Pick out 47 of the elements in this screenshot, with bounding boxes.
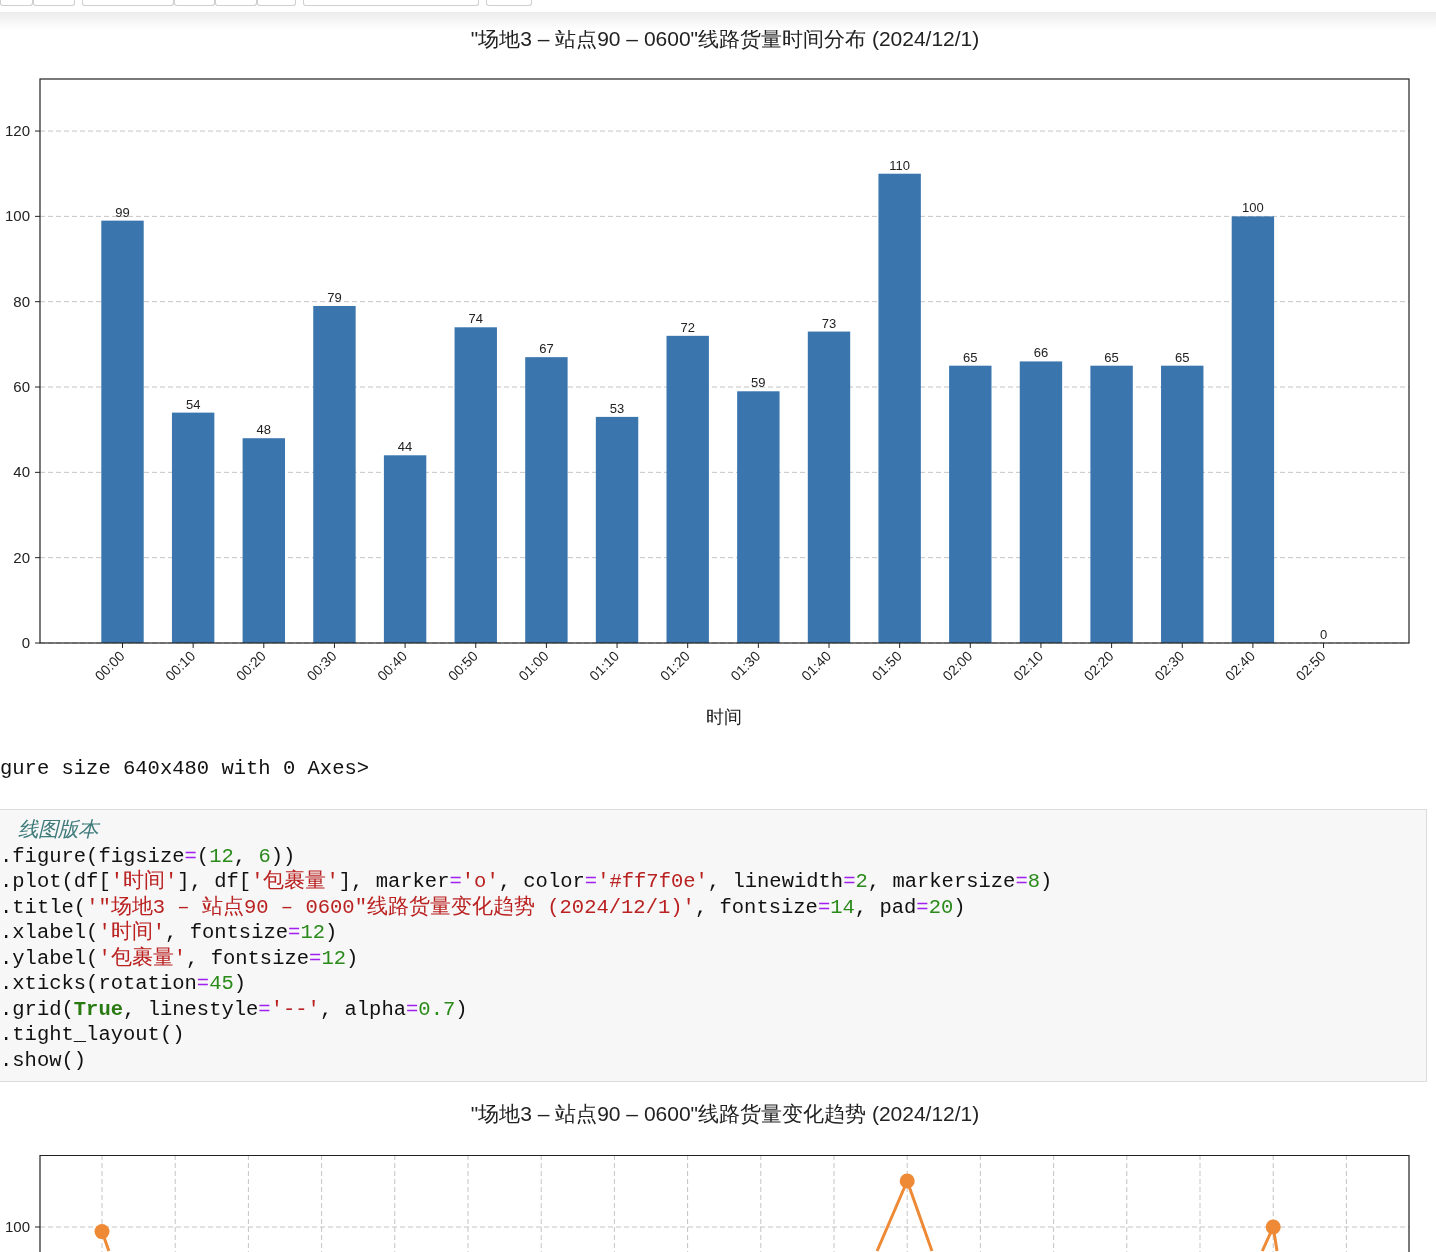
code-line: .title('"场地3 – 站点90 – 0600"线路货量变化趋势 (2024/12/1)', fontsize=14, pad=20) — [0, 894, 966, 920]
code-line: .xlabel('时间', fontsize=12) — [0, 920, 338, 946]
bar-value-label: 100 — [1242, 200, 1264, 216]
bar-value-label: 79 — [327, 289, 342, 305]
toolbar-button[interactable] — [82, 0, 174, 6]
axis-label: 时间 — [706, 707, 742, 727]
bar-value-label: 66 — [1033, 345, 1049, 361]
axis-tick-label: 20 — [13, 548, 30, 566]
axis-tick-label: 0 — [21, 634, 30, 651]
toolbar-button[interactable] — [215, 0, 257, 6]
code-line: .ylabel('包裹量', fontsize=12) — [0, 945, 359, 971]
axis-tick-label: 120 — [4, 122, 30, 140]
bar-value-label: 53 — [609, 400, 625, 416]
code-line: .plot(df['时间'], df['包裹量'], marker='o', color='#ff7f0e', linewidth=2, markersize=8) — [0, 869, 1053, 895]
code-line: 线图版本 — [17, 818, 98, 844]
toolbar-button[interactable] — [0, 0, 33, 6]
bar-value-label: 0 — [1319, 627, 1328, 642]
axis-tick-label: 100 — [4, 207, 30, 225]
axis-tick-label: 40 — [13, 463, 30, 481]
bar-value-label: 59 — [751, 375, 766, 391]
bar-value-label: 67 — [539, 341, 554, 357]
bar-value-label: 65 — [1104, 349, 1119, 365]
bar-value-label: 72 — [680, 319, 695, 335]
code-line: .show() — [0, 1047, 87, 1073]
output-text: gure size 640x480 with 0 Axes> — [0, 757, 370, 780]
toolbar-button[interactable] — [257, 0, 296, 6]
toolbar-button[interactable] — [303, 0, 479, 6]
code-line: .grid(True, linestyle='--', alpha=0.7) — [0, 996, 468, 1022]
toolbar-button[interactable] — [174, 0, 215, 6]
bar-value-label: 99 — [115, 204, 130, 220]
bar-value-label: 44 — [397, 439, 413, 455]
toolbar-button[interactable] — [486, 0, 532, 6]
bar-value-label: 74 — [468, 311, 483, 327]
axis-tick-label: 100 — [4, 1218, 30, 1235]
bar-value-label: 110 — [889, 157, 910, 173]
bar-value-label: 54 — [185, 396, 201, 412]
bar-value-label: 48 — [256, 422, 272, 438]
axis-tick-label: 60 — [13, 378, 30, 395]
bar-value-label: 65 — [963, 349, 978, 365]
bar-value-label: 73 — [821, 315, 837, 331]
toolbar-button[interactable] — [33, 0, 75, 6]
axis-tick-label: 80 — [13, 292, 30, 310]
chart-title: "场地3 – 站点90 – 0600"线路货量变化趋势 (2024/12/1) — [470, 1102, 980, 1125]
code-line: .tight_layout() — [0, 1022, 185, 1048]
code-line: .xticks(rotation=45) — [0, 971, 247, 997]
bar-value-label: 65 — [1175, 349, 1190, 365]
code-line: .figure(figsize=(12, 6)) — [0, 843, 296, 869]
